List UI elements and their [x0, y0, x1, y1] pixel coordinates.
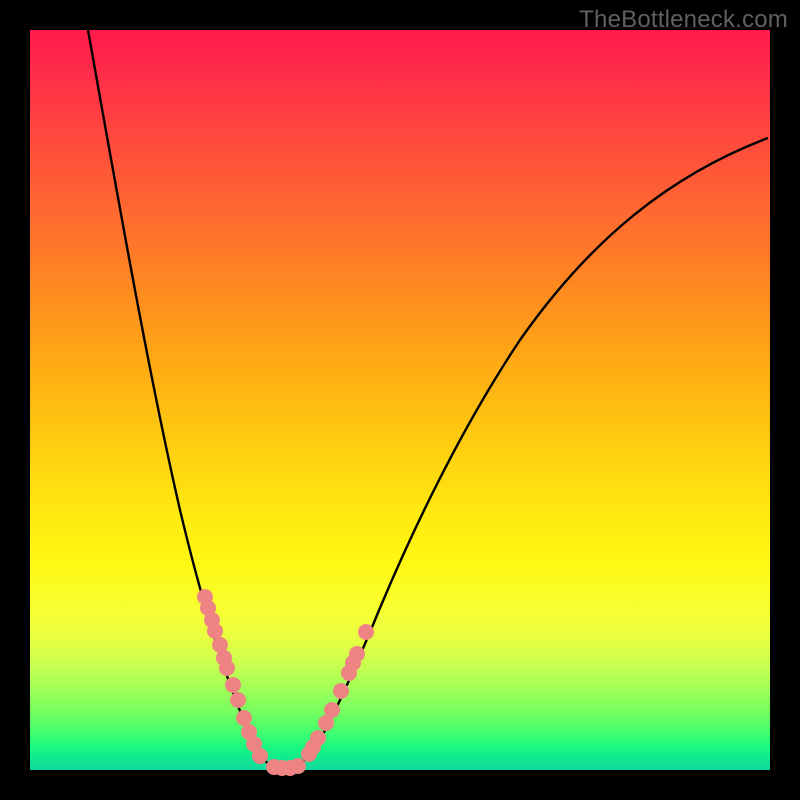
- data-point: [225, 677, 241, 693]
- data-point: [333, 683, 349, 699]
- data-point: [252, 748, 268, 764]
- data-point: [358, 624, 374, 640]
- right-curve: [292, 138, 768, 768]
- data-point: [290, 758, 306, 774]
- data-point: [219, 660, 235, 676]
- curve-layer: [30, 30, 770, 770]
- left-curve: [88, 30, 278, 768]
- data-point: [349, 646, 365, 662]
- data-point: [207, 623, 223, 639]
- data-point: [310, 730, 326, 746]
- plot-area: [30, 30, 770, 770]
- data-point: [236, 710, 252, 726]
- data-point: [324, 702, 340, 718]
- data-point: [230, 692, 246, 708]
- chart-frame: TheBottleneck.com: [0, 0, 800, 800]
